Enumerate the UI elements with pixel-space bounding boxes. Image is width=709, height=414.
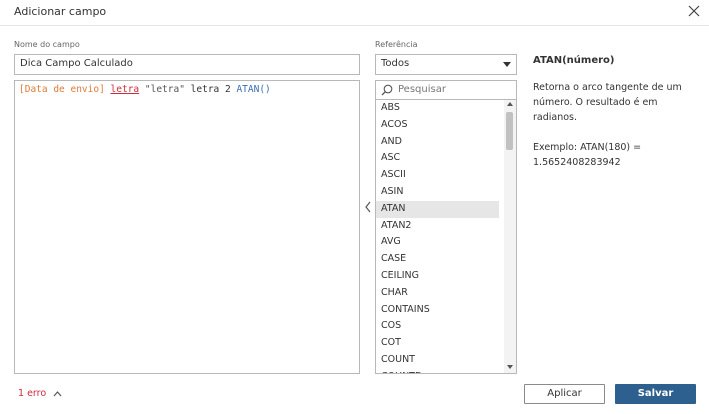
scroll-down-icon[interactable] <box>507 365 513 369</box>
function-list-item[interactable]: CONTAINS <box>376 302 499 319</box>
function-list-item[interactable]: ASIN <box>376 184 499 201</box>
function-list-item[interactable]: AND <box>376 134 499 151</box>
search-icon <box>381 84 393 96</box>
formula-editor[interactable]: [Data de envio] letra "letra" letra 2 AT… <box>14 80 360 374</box>
field-name-label: Nome do campo <box>14 40 80 49</box>
help-title: ATAN(número) <box>533 55 615 66</box>
function-list-scrollbar[interactable] <box>504 100 516 373</box>
scroll-up-icon[interactable] <box>507 102 513 106</box>
help-body: Retorna o arco tangente de um número. O … <box>533 82 682 168</box>
reference-select[interactable]: Todos <box>375 54 517 75</box>
close-icon[interactable] <box>686 3 702 19</box>
save-button[interactable]: Salvar <box>615 384 696 404</box>
formula-token: ATAN() <box>236 84 271 95</box>
formula-token: letra <box>110 84 140 95</box>
chevron-left-icon[interactable] <box>363 200 373 214</box>
function-list-item[interactable]: CASE <box>376 251 499 268</box>
dialog-titlebar: Adicionar campo <box>0 0 709 26</box>
function-list-item[interactable]: ATAN2 <box>376 218 499 235</box>
function-list-item[interactable]: ATAN <box>376 200 499 218</box>
formula-token: letra 2 <box>190 84 231 95</box>
scrollbar-thumb[interactable] <box>506 112 513 150</box>
formula-token: [Data de envio] <box>19 84 105 95</box>
function-list-item[interactable]: COS <box>376 318 499 335</box>
function-list-item[interactable]: COUNTD <box>376 369 499 373</box>
function-list-item[interactable]: AVG <box>376 234 499 251</box>
field-name-input[interactable]: Dica Campo Calculado <box>14 54 360 75</box>
function-search-input[interactable]: Pesquisar <box>375 80 517 100</box>
dialog-title: Adicionar campo <box>14 5 107 18</box>
function-list-item[interactable]: ASC <box>376 150 499 167</box>
formula-token: "letra" <box>144 84 185 95</box>
function-list-item[interactable]: ABS <box>376 100 499 117</box>
chevron-down-icon <box>503 62 511 67</box>
function-list-item[interactable]: ACOS <box>376 117 499 134</box>
error-count-link[interactable]: 1 erro <box>18 388 46 399</box>
function-list: ABS ACOS AND ASC ASCII ASIN ATAN ATAN2 AVG CASE CE… <box>375 99 517 374</box>
reference-select-value: Todos <box>381 58 410 69</box>
function-list-item[interactable]: COUNT <box>376 352 499 369</box>
function-list-item[interactable]: ASCII <box>376 167 499 184</box>
field-name-value: Dica Campo Calculado <box>20 58 133 69</box>
apply-button[interactable]: Aplicar <box>524 384 605 404</box>
search-placeholder: Pesquisar <box>398 84 446 95</box>
reference-label: Referência <box>375 40 418 49</box>
function-list-item[interactable]: CHAR <box>376 285 499 302</box>
chevron-up-icon[interactable] <box>53 390 62 397</box>
function-list-item[interactable]: COT <box>376 335 499 352</box>
function-list-item[interactable]: CEILING <box>376 268 499 285</box>
